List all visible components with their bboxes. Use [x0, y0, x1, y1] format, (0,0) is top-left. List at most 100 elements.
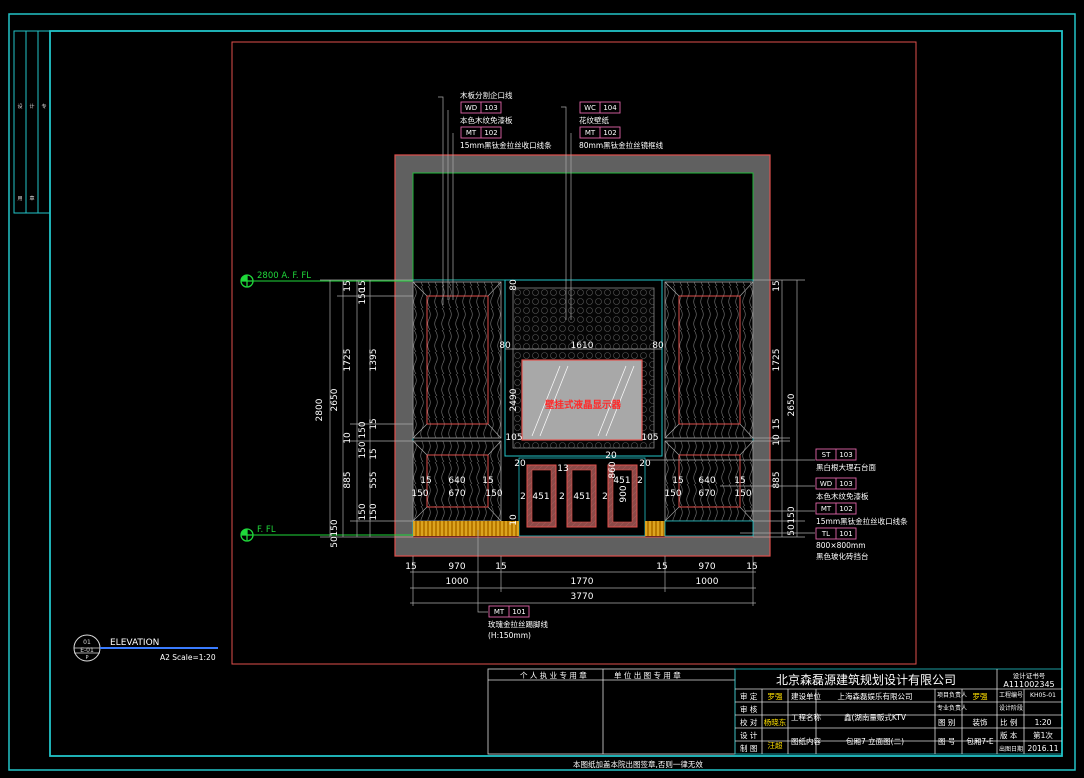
dim-left-top2: 150	[358, 287, 368, 304]
tag-right-0-code: ST	[822, 451, 831, 459]
dim-c-20a: 20	[514, 459, 526, 469]
title-block-text: 个 人 执 业 专 用 章 单 位 出 图 专 用 章 北京森磊源建筑规划设计有…	[520, 670, 1059, 753]
r2-label: 审 核	[740, 704, 758, 714]
unit-seal-label: 单 位 出 图 专 用 章	[614, 670, 681, 680]
tag-top-3-num: 104	[603, 104, 617, 112]
dim-left-3c: 885	[343, 471, 353, 488]
dim-c-451a: 451	[532, 492, 549, 502]
dim-c-80b: 80	[652, 341, 664, 351]
dim-c-20c: 20	[605, 451, 617, 461]
dim-h-970r: 970	[698, 562, 715, 572]
sheet-value: 包厢7-E	[966, 736, 993, 746]
tag-top-2-note: 15mm黑钛金拉丝收口线条	[460, 140, 552, 150]
side-stamp-3: 用	[17, 196, 22, 202]
right-skirting	[645, 521, 665, 536]
tag-top-3-note: 花纹壁纸	[579, 115, 609, 125]
dim-h-970l: 970	[448, 562, 465, 572]
dim-right-4: 10	[772, 434, 782, 446]
drawing-no-value: 装饰	[973, 717, 988, 727]
dim-p-150r2: 150	[734, 489, 751, 499]
dim-right-5: 15	[772, 280, 782, 291]
dim-p-670l: 670	[448, 489, 465, 499]
scale-label: 比 例	[1000, 717, 1017, 727]
r4-label: 设 计	[740, 730, 758, 740]
dim-p-150l2: 150	[485, 489, 502, 499]
dim-left-4b: 1395	[369, 349, 379, 372]
dim-c-900: 900	[619, 485, 629, 502]
job-no-value: KH05-01	[1030, 692, 1056, 699]
elevation-code-bot: P	[85, 655, 88, 661]
tag-top-1-code: WD	[465, 104, 477, 112]
dim-c-2c: 2	[602, 492, 608, 502]
dim-left-4f: 555	[369, 471, 379, 488]
dim-p-150r1: 150	[664, 489, 681, 499]
dim-c-2490: 2490	[509, 388, 519, 411]
tag-right-0-num: 103	[839, 451, 852, 459]
dim-right-1: 2650	[787, 393, 797, 416]
drawing-value: 包厢7 立面图(二)	[846, 736, 904, 746]
tag-bottom-num: 101	[512, 608, 525, 616]
tag-top-4-code: MT	[585, 129, 596, 137]
tag-right-1-code: WD	[820, 480, 832, 488]
tag-top-2-num: 102	[484, 129, 497, 137]
drawing-no-label: 图 别	[938, 718, 955, 727]
client-value: 上海森磊娱乐有限公司	[838, 691, 913, 701]
dim-c-105a: 105	[505, 433, 522, 443]
dim-left-top1: 15	[343, 280, 353, 291]
dim-left-4i: 150	[369, 503, 379, 520]
r1-name: 罗强	[768, 692, 783, 701]
left-upper-panel	[426, 295, 489, 425]
proj-lead-label: 项目负责人	[937, 691, 967, 699]
tag-top-4-num: 102	[603, 129, 616, 137]
ceiling-zone	[412, 172, 754, 281]
dim-left-4c: 150	[358, 421, 368, 438]
tag-bottom-note2: (H:150mm)	[488, 631, 531, 640]
dim-left-4e: 150	[358, 441, 368, 458]
tag-right-2-num: 102	[839, 505, 852, 513]
tag-right-1-note: 本色木纹免漆板	[816, 491, 869, 501]
dim-h-15a: 15	[405, 562, 416, 572]
dim-right-6: 15	[772, 418, 782, 429]
left-dim-text: 2800 2650 150 1725 10 885 15 15 150 1395…	[315, 280, 379, 547]
tag-right-0-note: 黑白根大理石台面	[816, 462, 876, 472]
left-skirting	[413, 521, 519, 536]
scale-value: 1:20	[1035, 718, 1052, 727]
right-tags: ST 103 黑白根大理石台面 WD 103 本色木纹免漆板 MT 102 15…	[815, 448, 908, 561]
dim-p-670r: 670	[698, 489, 715, 499]
bottom-note: 本图纸加盖本院出图签章,否则一律无效	[573, 759, 703, 769]
dim-h-15b: 15	[495, 562, 506, 572]
side-stamp-4: 章	[29, 195, 34, 202]
level-top-label: 2800 A. F. FL	[257, 271, 311, 281]
right-dim-text: 2650 1725 885 10 15 15 150 50	[772, 280, 797, 535]
right-upper-panel	[678, 295, 741, 425]
dim-p-15r1: 15	[672, 476, 683, 486]
level-floor-label: F. FL	[257, 525, 276, 535]
dim-left-outer: 2800	[315, 398, 325, 421]
dim-p-150l1: 150	[411, 489, 428, 499]
dim-h-15c: 15	[656, 562, 667, 572]
dim-p-640l: 640	[448, 476, 465, 486]
tag-right-3-code: TL	[821, 530, 830, 538]
version-label: 版 本	[1000, 730, 1018, 740]
date-value: 2016.11	[1027, 744, 1058, 753]
cad-drawing-canvas: 设 计 专 用 章 壁挂式液晶显示器 2800 A. F. FL F. FL 2…	[8, 13, 1076, 771]
tag-right-1-num: 103	[839, 480, 852, 488]
tag-right-3-num: 101	[839, 530, 852, 538]
dim-c-451b: 451	[573, 492, 590, 502]
personal-seal-label: 个 人 执 业 专 用 章	[520, 670, 587, 680]
project-value: 鑫(湖南量贩式KTV	[844, 712, 907, 722]
tag-right-2-code: MT	[821, 505, 832, 513]
dim-h-total: 3770	[571, 592, 594, 602]
tag-right-2-note: 15mm黑钛金拉丝收口线条	[816, 516, 908, 526]
date-label: 出图日期	[999, 745, 1023, 753]
elevation-label: ELEVATION	[110, 638, 159, 648]
version-value: 第1次	[1033, 730, 1053, 740]
dim-p-15l2: 15	[482, 476, 493, 486]
tag-top-3-code: WC	[584, 104, 596, 112]
elevation-scale: A2 Scale=1:20	[160, 653, 216, 662]
r3-label: 校 对	[740, 717, 758, 727]
company-name: 北京森磊源建筑规划设计有限公司	[776, 672, 956, 687]
tag-top-2-code: MT	[466, 129, 477, 137]
dim-c-860: 860	[608, 461, 618, 478]
dim-c-20b: 20	[639, 459, 651, 469]
